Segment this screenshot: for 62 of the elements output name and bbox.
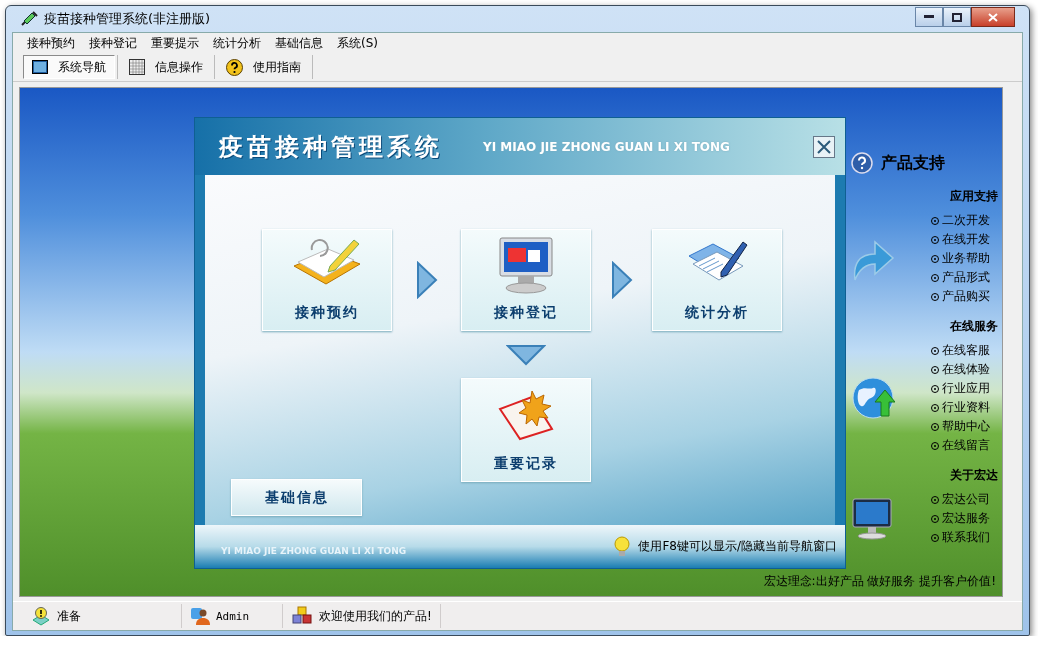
menu-item[interactable]: 统计分析 [207,34,269,52]
slogan-text: 宏达理念:出好产品 做好服务 提升客户价值! [763,573,996,590]
close-button[interactable] [813,135,835,158]
syringe-icon [20,11,38,27]
lightbulb-icon [31,606,51,626]
dialog-title: 疫苗接种管理系统 [219,131,443,163]
close-icon [988,12,998,22]
window-title: 疫苗接种管理系统(非注册版) [44,10,212,28]
support-link[interactable]: 宏达公司 [931,490,990,509]
support-link[interactable]: 二次开发 [931,211,990,230]
minimize-icon [924,15,934,19]
support-link[interactable]: 在线体验 [931,360,990,379]
user-icon [190,606,210,626]
module-button[interactable]: 接种登记 [461,229,591,331]
support-link[interactable]: 帮助中心 [931,417,990,436]
close-button[interactable] [971,7,1015,27]
menu-item[interactable]: 接种登记 [83,34,145,52]
panel-title: 产品支持 [881,152,945,174]
menu-item[interactable]: 基础信息 [269,34,331,52]
support-link[interactable]: 联系我们 [931,528,990,547]
basic-info-button[interactable]: 基础信息 [231,479,362,516]
menu-item[interactable]: 重要提示 [145,34,207,52]
toolbar-button[interactable]: 信息操作 [120,55,212,79]
status-text: Admin [216,609,250,623]
lightbulb-icon [614,535,631,558]
support-link[interactable]: 产品形式 [931,268,990,287]
module-button[interactable]: 接种预约 [262,229,392,331]
footer-text: YI MIAO JIE ZHONG GUAN LI XI TONG [221,546,408,556]
status-text: 欢迎使用我们的产品! [319,607,432,625]
module-button[interactable]: 统计分析 [652,229,782,331]
right-arrow-icon [415,261,438,299]
support-link[interactable]: 在线客服 [931,341,990,360]
monitor-icon [851,496,893,541]
right-arrow-icon [610,261,633,299]
support-link[interactable]: 行业应用 [931,379,990,398]
grid-icon [129,59,145,75]
window-icon [32,60,48,74]
status-text: 准备 [57,607,81,625]
minimize-button[interactable] [915,7,943,27]
section-heading: 关于宏达 [949,467,998,484]
help-icon [851,152,873,174]
support-link[interactable]: 宏达服务 [931,509,990,528]
support-link[interactable]: 在线留言 [931,436,990,455]
cubes-icon [291,606,313,626]
down-arrow-icon [506,343,546,366]
support-link[interactable]: 行业资料 [931,398,990,417]
section-heading: 应用支持 [949,188,998,205]
support-link[interactable]: 产品购买 [931,287,990,306]
hint-text: 使用F8键可以显示/隐藏当前导航窗口 [638,538,837,555]
maximize-icon [952,12,962,22]
support-link[interactable]: 业务帮助 [931,249,990,268]
menu-item[interactable]: 系统(S) [331,34,386,52]
dialog-subtitle: YI MIAO JIE ZHONG GUAN LI XI TONG [483,139,731,154]
maximize-button[interactable] [943,7,971,27]
section-heading: 在线服务 [949,318,998,335]
toolbar-button[interactable]: 使用指南 [217,55,310,79]
support-link[interactable]: 在线开发 [931,230,990,249]
menu-item[interactable]: 接种预约 [21,34,83,52]
module-button[interactable]: 重要记录 [461,378,591,482]
close-icon [817,139,831,154]
toolbar-button[interactable]: 系统导航 [23,55,115,79]
help-icon [226,58,243,76]
